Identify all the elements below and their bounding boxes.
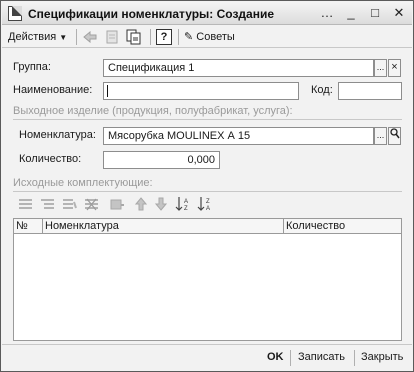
nomenclature-field[interactable]: Мясорубка MOULINEX А 15 (103, 127, 374, 145)
end-edit-icon[interactable] (109, 196, 125, 212)
svg-text:A: A (206, 206, 210, 212)
code-label: Код: (311, 84, 333, 96)
toolbar: Действия ▼ ? ✎ Советы (2, 26, 412, 48)
close-window-button[interactable]: ✕ (392, 5, 406, 21)
output-section-divider (13, 119, 402, 120)
search-icon[interactable] (388, 127, 401, 145)
footer-bar: OK Записать Закрыть (2, 344, 412, 371)
text-cursor (107, 85, 108, 97)
title-bar: Спецификации номенклатуры: Создание … _ … (2, 2, 412, 25)
chevron-down-icon: ▼ (59, 33, 68, 42)
column-header-number[interactable]: № (14, 219, 43, 234)
delete-row-icon[interactable] (83, 196, 99, 212)
output-section-title: Выходное изделие (продукция, полуфабрика… (13, 105, 293, 117)
code-field[interactable] (338, 82, 402, 100)
copy-document-icon[interactable] (126, 29, 142, 45)
close-button[interactable]: Закрыть (361, 351, 403, 363)
components-section-title: Исходные комплектующие: (13, 177, 153, 189)
add-row-icon[interactable] (17, 196, 33, 212)
nomenclature-select-button[interactable]: ... (374, 127, 387, 145)
save-button[interactable]: Записать (298, 351, 345, 363)
svg-text:A: A (184, 199, 188, 205)
column-header-quantity[interactable]: Количество (284, 219, 403, 234)
move-down-icon[interactable] (153, 196, 169, 212)
group-select-button[interactable]: ... (374, 59, 387, 77)
actions-menu-button[interactable]: Действия ▼ (8, 28, 67, 46)
group-field[interactable]: Спецификация 1 (103, 59, 374, 77)
nomenclature-label: Номенклатура: (19, 129, 96, 141)
document-icon (8, 6, 22, 21)
actions-label: Действия (8, 31, 57, 43)
components-table[interactable]: № Номенклатура Количество (13, 218, 402, 341)
ok-button[interactable]: OK (267, 351, 284, 363)
tips-icon: ✎ (184, 31, 194, 43)
group-label: Группа: (13, 61, 51, 73)
sort-descending-icon[interactable]: ZA (197, 196, 213, 212)
group-clear-button[interactable]: × (388, 59, 401, 77)
copy-row-icon[interactable] (39, 196, 55, 212)
name-label: Наименование: (13, 84, 93, 96)
document-grey-icon[interactable] (104, 29, 120, 45)
table-header: № Номенклатура Количество (14, 219, 401, 234)
window-title: Спецификации номенклатуры: Создание (28, 7, 275, 21)
maximize-button[interactable]: □ (368, 5, 382, 21)
svg-text:Z: Z (184, 206, 188, 212)
sort-ascending-icon[interactable]: AZ (175, 196, 191, 212)
back-arrow-icon[interactable] (82, 29, 98, 45)
svg-text:Z: Z (206, 199, 210, 205)
minimize-button[interactable]: _ (344, 5, 358, 21)
form-window: Спецификации номенклатуры: Создание … _ … (0, 0, 414, 372)
quantity-label: Количество: (19, 153, 82, 165)
tips-button[interactable]: ✎ Советы (184, 28, 235, 46)
window-menu-button[interactable]: … (320, 5, 334, 21)
quantity-field[interactable]: 0,000 (103, 151, 220, 169)
edit-row-icon[interactable] (61, 196, 77, 212)
name-field[interactable] (103, 82, 299, 100)
column-header-nomenclature[interactable]: Номенклатура (43, 219, 284, 234)
tips-label: Советы (196, 31, 235, 43)
help-icon[interactable]: ? (156, 29, 172, 45)
components-section-divider (13, 191, 402, 192)
move-up-icon[interactable] (133, 196, 149, 212)
